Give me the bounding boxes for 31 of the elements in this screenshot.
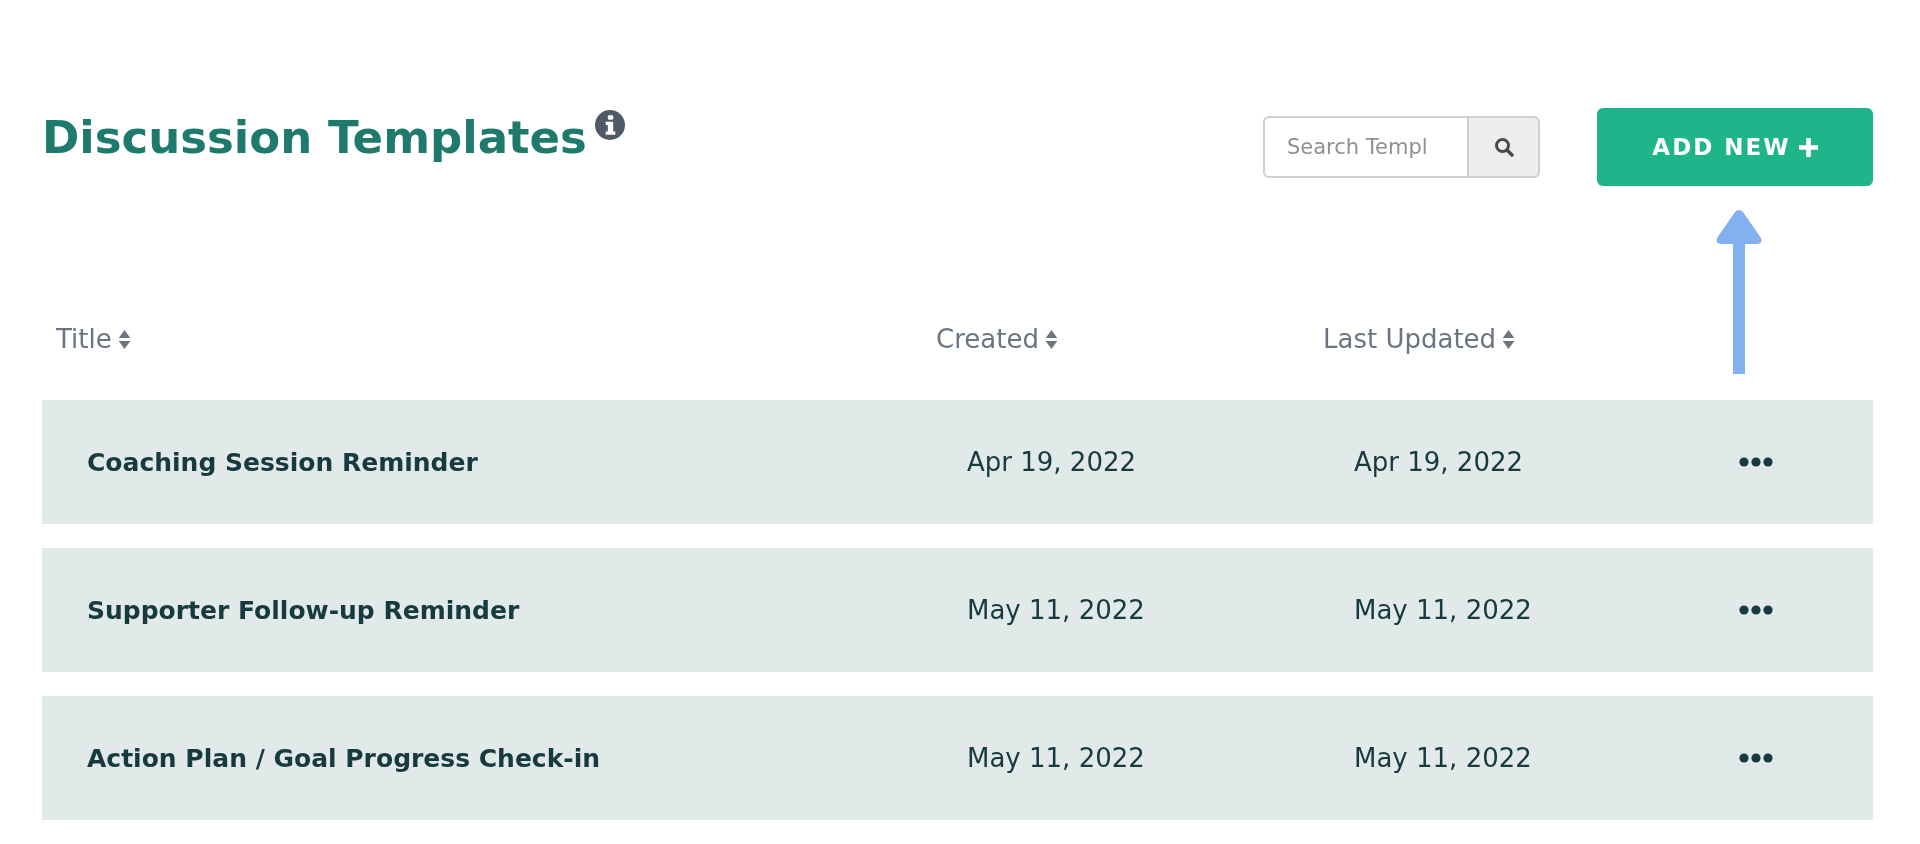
- search-button[interactable]: [1468, 116, 1540, 178]
- table-row[interactable]: Coaching Session Reminder Apr 19, 2022 Apr 19, 2022: [42, 400, 1873, 524]
- sort-icon[interactable]: [117, 328, 131, 350]
- created-date: May 11, 2022: [966, 595, 1146, 625]
- add-new-button[interactable]: ADD NEW: [1597, 108, 1873, 186]
- search-icon: [1493, 137, 1514, 157]
- ellipsis-icon: [1739, 753, 1773, 763]
- more-button[interactable]: [1739, 605, 1773, 615]
- created-date: Apr 19, 2022: [966, 447, 1138, 477]
- column-header[interactable]: Title: [56, 324, 112, 354]
- info-icon[interactable]: [594, 110, 625, 140]
- created-date: May 11, 2022: [966, 743, 1146, 773]
- column-header[interactable]: Last Updated: [1323, 324, 1497, 354]
- column-header[interactable]: Created: [936, 324, 1039, 354]
- plus-icon: [1798, 137, 1818, 157]
- more-button[interactable]: [1739, 457, 1773, 467]
- ellipsis-icon: [1739, 457, 1773, 467]
- template-title: Supporter Follow-up Reminder: [86, 595, 521, 625]
- search-field[interactable]: Search Templ: [1263, 116, 1468, 178]
- sort-icon[interactable]: [1044, 328, 1058, 350]
- template-title: Action Plan / Goal Progress Check-in: [86, 743, 602, 773]
- updated-date: May 11, 2022: [1353, 743, 1533, 773]
- updated-date: Apr 19, 2022: [1353, 447, 1525, 477]
- ellipsis-icon: [1739, 605, 1773, 615]
- updated-date: May 11, 2022: [1353, 595, 1533, 625]
- template-title: Coaching Session Reminder: [86, 447, 479, 477]
- page-title: Discussion Templates: [42, 110, 587, 166]
- table-row[interactable]: Supporter Follow-up Reminder May 11, 2022 May 11, 2022: [42, 548, 1873, 672]
- table-row[interactable]: Action Plan / Goal Progress Check-in May 11, 2022 May 11, 2022: [42, 696, 1873, 820]
- more-button[interactable]: [1739, 753, 1773, 763]
- sort-icon[interactable]: [1502, 328, 1516, 350]
